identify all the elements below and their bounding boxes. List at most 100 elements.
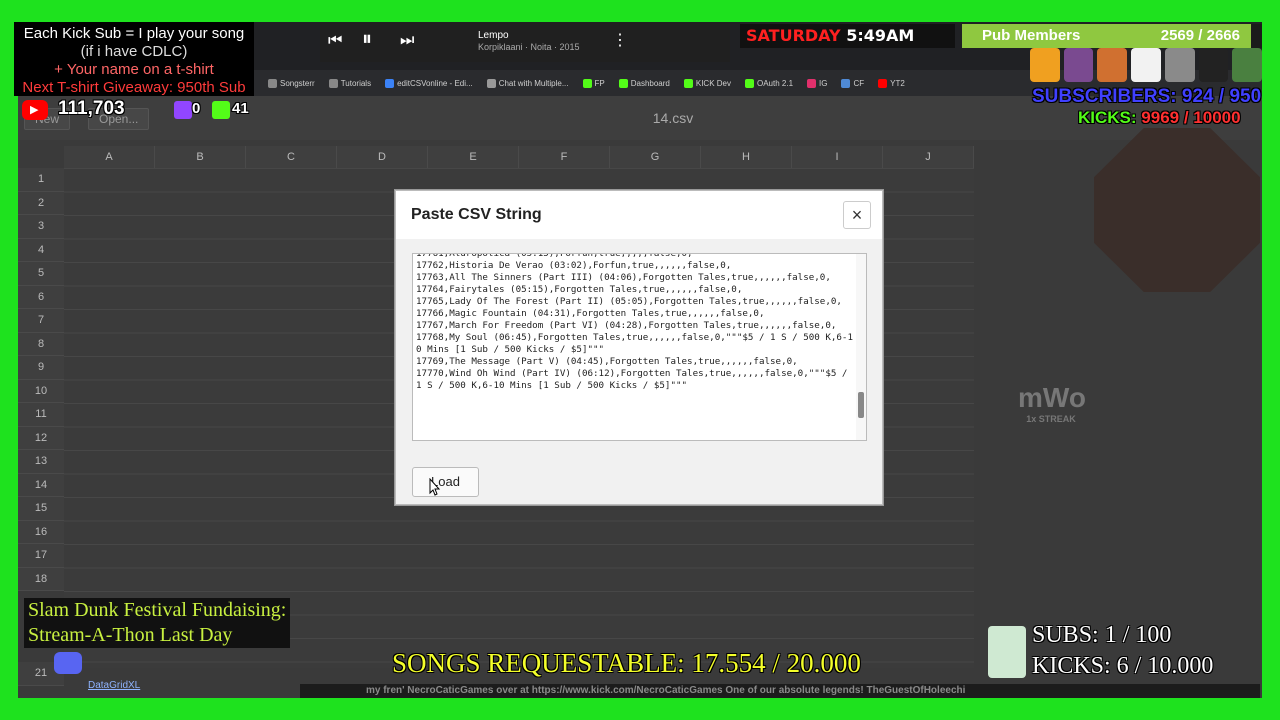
pub-members-count: 2569 / 2666 [1160, 27, 1240, 44]
column-header[interactable]: A [64, 146, 155, 168]
streak-badge: mWo 1x STREAK [1018, 370, 1086, 450]
row-header[interactable]: 11 [18, 403, 64, 427]
banner-line: (if i have CDLC) [80, 43, 188, 60]
column-header[interactable]: I [792, 146, 883, 168]
cf-icon [841, 78, 851, 88]
fundraiser-banner: Slam Dunk Festival Fundaising: Stream-A-… [24, 598, 291, 648]
dialog-header: Paste CSV String × [396, 191, 882, 239]
youtube-icon [878, 78, 888, 88]
bookmark-ig[interactable]: IG [807, 78, 827, 88]
chat-icon [486, 78, 496, 88]
discord-icon [54, 652, 82, 674]
shirt-image [1097, 48, 1128, 82]
songs-requestable: SONGS REQUESTABLE: 17.554 / 20.000 [392, 648, 861, 678]
editcsv-icon [385, 78, 395, 88]
youtube-count: 111,703 [58, 98, 125, 119]
streak-label: 1x STREAK [1026, 414, 1076, 424]
shirt-image [1164, 48, 1195, 82]
column-header[interactable]: D [337, 146, 428, 168]
shirt-image [1198, 48, 1229, 82]
merch-shirts [1030, 48, 1263, 88]
more-options-icon[interactable]: ⋮ [612, 30, 628, 50]
banner-line: Next T-shirt Giveaway: 950th Sub [22, 79, 246, 96]
banner-line: Each Kick Sub = I play your song [23, 25, 245, 42]
kick-icon [582, 78, 592, 88]
row-header[interactable]: 3 [18, 215, 64, 239]
row-header[interactable]: 7 [18, 309, 64, 333]
csv-textarea[interactable]: 17761,Aluropolica (05:15),Forfun,true,,,… [412, 253, 867, 441]
day-clock: SATURDAY 5:49AM [740, 24, 955, 48]
streak-logo: mWo [1018, 382, 1086, 413]
bookmark-fp[interactable]: FP [582, 78, 605, 88]
row-header[interactable]: 9 [18, 356, 64, 380]
row-header[interactable]: 1 [18, 168, 64, 192]
kick-icon [745, 78, 754, 88]
row-header[interactable]: 15 [18, 497, 64, 521]
webcam-feed [1094, 128, 1260, 292]
play-triangle-icon: ▶ [30, 104, 39, 116]
bookmark-kick-dev[interactable]: KICK Dev [683, 78, 731, 88]
bookmark-tutorials[interactable]: Tutorials [328, 78, 371, 88]
bookmark-oauth[interactable]: OAuth 2.1 [745, 78, 793, 88]
kicks-counter: KICKS: 6 / 10.000 [1032, 653, 1214, 679]
track-title: Lempo [478, 30, 509, 41]
column-header[interactable]: E [428, 146, 519, 168]
pub-members-bar: Pub Members 2569 / 2666 [962, 24, 1262, 48]
datagridxl-credit-link[interactable]: DataGridXL [88, 680, 140, 691]
close-button[interactable]: × [843, 201, 871, 229]
dialog-title: Paste CSV String [411, 206, 542, 223]
bookmark-songsterr[interactable]: Songsterr [268, 78, 315, 88]
column-header[interactable]: G [610, 146, 701, 168]
row-header[interactable]: 8 [18, 332, 64, 356]
column-header[interactable]: H [701, 146, 792, 168]
column-header[interactable]: F [519, 146, 610, 168]
fundraiser-line: Stream-A-Thon Last Day [28, 624, 233, 646]
paste-csv-dialog: Paste CSV String × 17761,Aluropolica (05… [395, 190, 883, 505]
column-header[interactable]: C [246, 146, 337, 168]
pub-members-label: Pub Members [982, 27, 1081, 44]
row-header[interactable]: 2 [18, 191, 64, 215]
row-header[interactable]: 6 [18, 285, 64, 309]
bookmark-dashboard[interactable]: Dashboard [618, 78, 670, 88]
shirt-image [1030, 48, 1060, 82]
sub-info-banner: Each Kick Sub = I play your song (if i h… [14, 22, 254, 96]
row-header[interactable]: 16 [18, 520, 64, 544]
pause-icon[interactable]: ⏸ [362, 28, 372, 51]
scrollbar-thumb[interactable] [858, 392, 864, 418]
kicks-goal: KICKS: 9969 / 10000 [1078, 108, 1241, 128]
load-button[interactable]: Load [412, 467, 479, 497]
kick-icon [618, 78, 628, 88]
row-header[interactable]: 17 [18, 544, 64, 568]
previous-icon[interactable]: ⏮ [328, 32, 342, 50]
column-header[interactable]: B [155, 146, 246, 168]
media-player: ⏮ ⏸ ⏭ Lempo Korpiklaani · Noita · 2015 ⋮ [320, 22, 730, 62]
row-header[interactable]: 5 [18, 262, 64, 286]
row-header[interactable]: 14 [18, 473, 64, 497]
bookmark-yt2[interactable]: YT2 [878, 78, 905, 88]
column-header[interactable]: J [883, 146, 974, 168]
subscribers-goal: SUBSCRIBERS: 924 / 950 [1032, 86, 1262, 107]
next-icon[interactable]: ⏭ [400, 32, 414, 50]
row-header[interactable]: 18 [18, 567, 64, 591]
mouse-cursor-icon [429, 478, 441, 496]
folder-icon [268, 78, 277, 88]
folder-icon [328, 78, 338, 88]
kicks-goal-label: KICKS: [1078, 108, 1137, 127]
twitch-count: 0 [192, 100, 201, 117]
shirt-image [1063, 48, 1094, 82]
bookmark-chat[interactable]: Chat with Multiple... [486, 78, 569, 88]
bookmark-cf[interactable]: CF [841, 78, 864, 88]
track-subtitle: Korpiklaani · Noita · 2015 [478, 42, 580, 52]
chat-ticker: my fren' NecroCaticGames over at https:/… [300, 684, 1260, 698]
row-header[interactable]: 4 [18, 238, 64, 262]
kick-count: 41 [232, 100, 249, 117]
subs-counter: SUBS: 1 / 100 [1032, 622, 1172, 648]
clock-time: 5:49AM [846, 26, 915, 45]
row-header[interactable]: 10 [18, 379, 64, 403]
bookmark-editcsv[interactable]: editCSVonline - Edi... [385, 78, 473, 88]
kick-icon [212, 101, 230, 119]
shirt-image [1131, 48, 1161, 82]
row-header[interactable]: 13 [18, 450, 64, 474]
textarea-scrollbar[interactable] [856, 254, 866, 440]
row-header[interactable]: 12 [18, 426, 64, 450]
